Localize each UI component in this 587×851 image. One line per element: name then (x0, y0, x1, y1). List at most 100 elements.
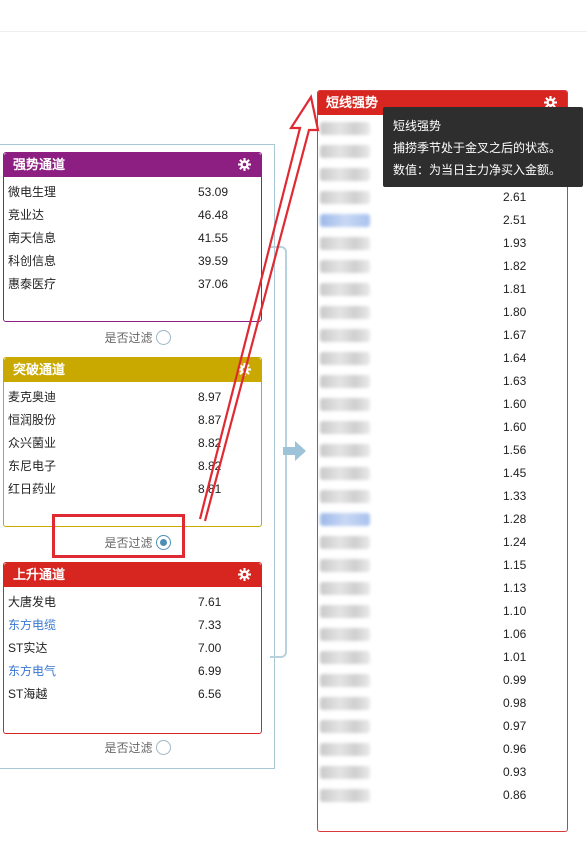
blurred-stock-name (320, 628, 370, 641)
stock-row[interactable]: ST海越 6.56 (4, 683, 261, 706)
short-term-row[interactable]: 0.99 (318, 669, 567, 692)
short-term-row[interactable]: 2.51 (318, 209, 567, 232)
stock-row[interactable]: 南天信息 41.55 (4, 227, 261, 250)
short-term-value: 1.67 (503, 328, 527, 342)
short-term-value: 2.61 (503, 190, 527, 204)
short-term-row[interactable]: 1.06 (318, 623, 567, 646)
short-term-row[interactable]: 1.56 (318, 439, 567, 462)
blurred-stock-name (320, 168, 370, 181)
short-term-row[interactable]: 1.63 (318, 370, 567, 393)
stock-name: 竞业达 (8, 208, 45, 222)
filter-label: 是否过滤 (104, 741, 153, 755)
stock-name: 麦克奥迪 (8, 390, 57, 404)
short-term-row[interactable]: 1.81 (318, 278, 567, 301)
short-term-value: 0.93 (503, 765, 527, 779)
stock-value: 7.00 (198, 641, 222, 655)
short-term-row[interactable]: 1.60 (318, 393, 567, 416)
stock-row[interactable]: 竞业达 46.48 (4, 204, 261, 227)
stock-name: ST实达 (8, 641, 48, 655)
strong-filter-toggle[interactable]: 是否过滤 (0, 329, 275, 346)
blurred-stock-name (320, 559, 370, 572)
stock-value: 8.81 (198, 482, 222, 496)
short-term-row[interactable]: 0.97 (318, 715, 567, 738)
stock-row[interactable]: 麦克奥迪 8.97 (4, 386, 261, 409)
stock-value: 8.87 (198, 413, 222, 427)
highlight-box (52, 514, 185, 558)
blurred-stock-name (320, 605, 370, 618)
stock-value: 46.48 (198, 208, 229, 222)
breakout-channel-panel: 突破通道 麦克奥迪 8.97 恒润股份 8.87 众兴菌业 8.82 东尼电子 8.82 红日药… (3, 357, 262, 527)
blurred-stock-name (320, 306, 370, 319)
short-term-row[interactable]: 0.98 (318, 692, 567, 715)
filter-radio[interactable] (155, 330, 171, 345)
panel-title: 强势通道 (13, 157, 66, 172)
short-term-value: 1.33 (503, 489, 527, 503)
short-term-row[interactable]: 1.45 (318, 462, 567, 485)
stock-row[interactable]: 东方电缆 7.33 (4, 614, 261, 637)
blurred-stock-name (320, 421, 370, 434)
short-term-row[interactable]: 1.82 (318, 255, 567, 278)
short-term-tooltip: 短线强势 捕捞季节处于金叉之后的状态。 数值：为当日主力净买入金额。 (383, 107, 583, 187)
stock-row[interactable]: 科创信息 39.59 (4, 250, 261, 273)
stock-name: 惠泰医疗 (8, 277, 57, 291)
top-divider (0, 31, 587, 32)
short-term-row[interactable]: 1.60 (318, 416, 567, 439)
blurred-stock-name (320, 467, 370, 480)
panel-title: 上升通道 (13, 567, 66, 582)
breakout-channel-header: 突破通道 (4, 358, 261, 382)
short-term-row[interactable]: 1.10 (318, 600, 567, 623)
blurred-stock-name (320, 283, 370, 296)
stock-row[interactable]: 东尼电子 8.82 (4, 455, 261, 478)
stock-name: 微电生理 (8, 185, 57, 199)
tooltip-line1: 捕捞季节处于金叉之后的状态。 (393, 141, 562, 155)
short-term-row[interactable]: 1.24 (318, 531, 567, 554)
stock-name: 科创信息 (8, 254, 57, 268)
blurred-stock-name (320, 536, 370, 549)
short-term-row[interactable]: 1.13 (318, 577, 567, 600)
panel-title: 短线强势 (326, 95, 379, 110)
tooltip-line2: 数值：为当日主力净买入金额。 (393, 163, 562, 177)
short-term-row[interactable]: 1.28 (318, 508, 567, 531)
rising-channel-header: 上升通道 (4, 563, 261, 587)
blurred-stock-name (320, 352, 370, 365)
short-term-row[interactable]: 1.01 (318, 646, 567, 669)
short-term-row[interactable]: 1.33 (318, 485, 567, 508)
gear-icon[interactable] (238, 568, 251, 581)
stock-name-link[interactable]: 东方电缆 (8, 614, 56, 637)
stock-row[interactable]: 微电生理 53.09 (4, 181, 261, 204)
short-term-row[interactable]: 0.93 (318, 761, 567, 784)
short-term-strong-panel: 短线强势 2.61 2.51 1.93 1.82 1.81 1.80 1.67 1.64 1.6… (317, 90, 568, 832)
stock-row[interactable]: 众兴菌业 8.82 (4, 432, 261, 455)
stock-name: 红日药业 (8, 482, 57, 496)
short-term-value: 1.80 (503, 305, 527, 319)
stock-row[interactable]: 大唐发电 7.61 (4, 591, 261, 614)
stock-row[interactable]: ST实达 7.00 (4, 637, 261, 660)
short-term-value: 1.45 (503, 466, 527, 480)
rising-filter-toggle[interactable]: 是否过滤 (0, 739, 275, 756)
short-term-row[interactable]: 1.64 (318, 347, 567, 370)
stock-row[interactable]: 东方电气 6.99 (4, 660, 261, 683)
blurred-stock-name (320, 490, 370, 503)
short-term-row[interactable]: 1.80 (318, 301, 567, 324)
stock-value: 6.99 (198, 664, 222, 678)
short-term-row[interactable]: 1.93 (318, 232, 567, 255)
strong-channel-header: 强势通道 (4, 153, 261, 177)
stock-row[interactable]: 恒润股份 8.87 (4, 409, 261, 432)
gear-icon[interactable] (238, 363, 251, 376)
short-term-row[interactable]: 0.86 (318, 784, 567, 807)
filter-radio[interactable] (155, 740, 171, 755)
stock-name: ST海越 (8, 687, 48, 701)
blurred-stock-name (320, 789, 370, 802)
short-term-row[interactable]: 0.96 (318, 738, 567, 761)
short-term-value: 1.56 (503, 443, 527, 457)
stock-row[interactable]: 红日药业 8.81 (4, 478, 261, 501)
stock-name-link[interactable]: 东方电气 (8, 660, 56, 683)
stock-row[interactable]: 惠泰医疗 37.06 (4, 273, 261, 296)
stock-name: 众兴菌业 (8, 436, 57, 450)
short-term-row[interactable]: 2.61 (318, 186, 567, 209)
short-term-row[interactable]: 1.67 (318, 324, 567, 347)
stock-value: 8.97 (198, 390, 222, 404)
gear-icon[interactable] (238, 158, 251, 171)
short-term-value: 1.60 (503, 420, 527, 434)
short-term-row[interactable]: 1.15 (318, 554, 567, 577)
